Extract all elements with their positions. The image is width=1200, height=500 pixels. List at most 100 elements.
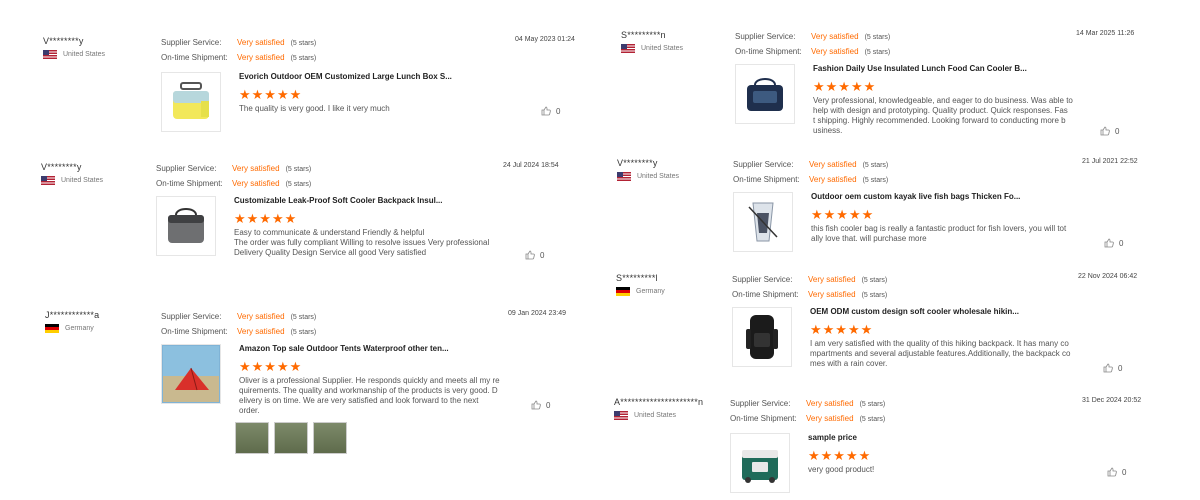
supplier-service-value: Very satisfied <box>809 160 857 169</box>
on-time-shipment-stars: (5 stars) <box>290 55 317 62</box>
like-button[interactable]: 0 <box>1107 467 1126 477</box>
like-button[interactable]: 0 <box>531 400 550 410</box>
reviewer-country: United States <box>61 177 104 184</box>
on-time-shipment-stars: (5 stars) <box>290 329 317 336</box>
supplier-service-value: Very satisfied <box>237 38 285 47</box>
like-count: 0 <box>1115 126 1120 136</box>
product-title[interactable]: Outdoor oem custom kayak live fish bags … <box>811 192 1073 201</box>
like-button[interactable]: 0 <box>1100 126 1119 136</box>
on-time-shipment-label: On-time Shipment: <box>161 327 228 336</box>
thumbs-up-icon <box>1100 126 1110 136</box>
germany-flag-icon <box>616 287 630 296</box>
reviewer-name: V********y <box>41 162 82 172</box>
review-card: A*********************n United States Su… <box>614 397 1144 497</box>
reviewer-name: J************a <box>45 310 100 320</box>
review-card: V********y United States Supplier Servic… <box>43 36 583 146</box>
review-card: S*********l Germany Supplier Service: Ver… <box>616 273 1146 383</box>
reviewer-country: United States <box>637 173 680 180</box>
product-thumbnail[interactable] <box>161 344 221 404</box>
reviewer: J************a Germany <box>45 310 155 333</box>
us-flag-icon <box>621 44 635 53</box>
product-title[interactable]: Evorich Outdoor OEM Customized Large Lun… <box>239 72 501 81</box>
review-text: Very professional, knowledgeable, and ea… <box>813 96 1073 135</box>
supplier-service-label: Supplier Service: <box>161 312 222 321</box>
product-title[interactable]: sample price <box>808 433 1070 442</box>
star-rating: ★★★★★ <box>811 207 875 222</box>
supplier-service-stars: (5 stars) <box>290 314 317 321</box>
product-thumbnail[interactable] <box>732 307 792 367</box>
review-date: 31 Dec 2024 20:52 <box>1082 397 1142 404</box>
supplier-service-value: Very satisfied <box>806 399 854 408</box>
like-button[interactable]: 0 <box>1103 363 1122 373</box>
reviewer-country: United States <box>641 45 684 52</box>
us-flag-icon <box>617 172 631 181</box>
product-thumbnail[interactable] <box>730 433 790 493</box>
like-count: 0 <box>540 250 545 260</box>
red-tent-icon <box>163 346 219 402</box>
thumbs-up-icon <box>1104 238 1114 248</box>
product-thumbnail[interactable] <box>156 196 216 256</box>
review-photo[interactable] <box>235 422 269 454</box>
navy-cooler-bag-icon <box>747 78 783 111</box>
product-title[interactable]: OEM ODM custom design soft cooler wholes… <box>810 307 1072 316</box>
review-text: I am very satisfied with the quality of … <box>810 339 1071 368</box>
review-date: 22 Nov 2024 06:42 <box>1078 273 1138 280</box>
supplier-service-value: Very satisfied <box>232 164 280 173</box>
supplier-service-value: Very satisfied <box>237 312 285 321</box>
like-count: 0 <box>1118 363 1123 373</box>
like-count: 0 <box>1119 238 1124 248</box>
supplier-service-label: Supplier Service: <box>730 399 791 408</box>
thumbs-up-icon <box>1103 363 1113 373</box>
review-card: V********y United States Supplier Servic… <box>617 158 1147 258</box>
on-time-shipment-stars: (5 stars) <box>285 181 312 188</box>
thumbs-up-icon <box>1107 467 1117 477</box>
on-time-shipment-stars: (5 stars) <box>864 49 891 56</box>
on-time-shipment-label: On-time Shipment: <box>733 175 800 184</box>
review-text: Easy to communicate & understand Friendl… <box>234 228 490 257</box>
reviewer-name: S*********n <box>621 30 666 40</box>
on-time-shipment-value: Very satisfied <box>811 47 859 56</box>
product-thumbnail[interactable] <box>735 64 795 124</box>
review-photo[interactable] <box>313 422 347 454</box>
on-time-shipment-label: On-time Shipment: <box>161 53 228 62</box>
product-title[interactable]: Customizable Leak-Proof Soft Cooler Back… <box>234 196 496 205</box>
product-title[interactable]: Fashion Daily Use Insulated Lunch Food C… <box>813 64 1075 73</box>
thumbs-up-icon <box>531 400 541 410</box>
product-title[interactable]: Amazon Top sale Outdoor Tents Waterproof… <box>239 344 501 353</box>
reviewer-name: V********y <box>617 158 658 168</box>
like-button[interactable]: 0 <box>525 250 544 260</box>
reviewer: V********y United States <box>43 36 153 59</box>
supplier-service-stars: (5 stars) <box>862 162 889 169</box>
review-date: 09 Jan 2024 23:49 <box>508 310 566 317</box>
star-rating: ★★★★★ <box>239 87 303 102</box>
review-text: this fish cooler bag is really a fantast… <box>811 224 1067 243</box>
thumbs-up-icon <box>525 250 535 260</box>
like-button[interactable]: 0 <box>541 106 560 116</box>
reviewer-country: United States <box>634 412 677 419</box>
review-text: very good product! <box>808 465 875 474</box>
review-photo[interactable] <box>274 422 308 454</box>
supplier-service-stars: (5 stars) <box>290 40 317 47</box>
on-time-shipment-value: Very satisfied <box>808 290 856 299</box>
green-cooler-box-icon <box>742 450 778 483</box>
reviewer: S*********n United States <box>621 30 731 53</box>
supplier-service-stars: (5 stars) <box>864 34 891 41</box>
reviewer-country: United States <box>63 51 106 58</box>
on-time-shipment-stars: (5 stars) <box>861 292 888 299</box>
like-button[interactable]: 0 <box>1104 238 1123 248</box>
on-time-shipment-value: Very satisfied <box>809 175 857 184</box>
yellow-lunch-box-icon <box>173 82 209 119</box>
on-time-shipment-value: Very satisfied <box>237 53 285 62</box>
reviewer-name: A*********************n <box>614 397 704 407</box>
supplier-service-value: Very satisfied <box>808 275 856 284</box>
product-thumbnail[interactable] <box>161 72 221 132</box>
star-rating: ★★★★★ <box>813 79 877 94</box>
like-count: 0 <box>556 106 561 116</box>
hiking-backpack-icon <box>746 315 778 359</box>
supplier-service-label: Supplier Service: <box>161 38 222 47</box>
product-thumbnail[interactable] <box>733 192 793 252</box>
review-card: S*********n United States Supplier Servi… <box>621 30 1141 140</box>
like-count: 0 <box>546 400 551 410</box>
supplier-service-label: Supplier Service: <box>733 160 794 169</box>
review-card: J************a Germany Supplier Service:… <box>45 310 585 460</box>
